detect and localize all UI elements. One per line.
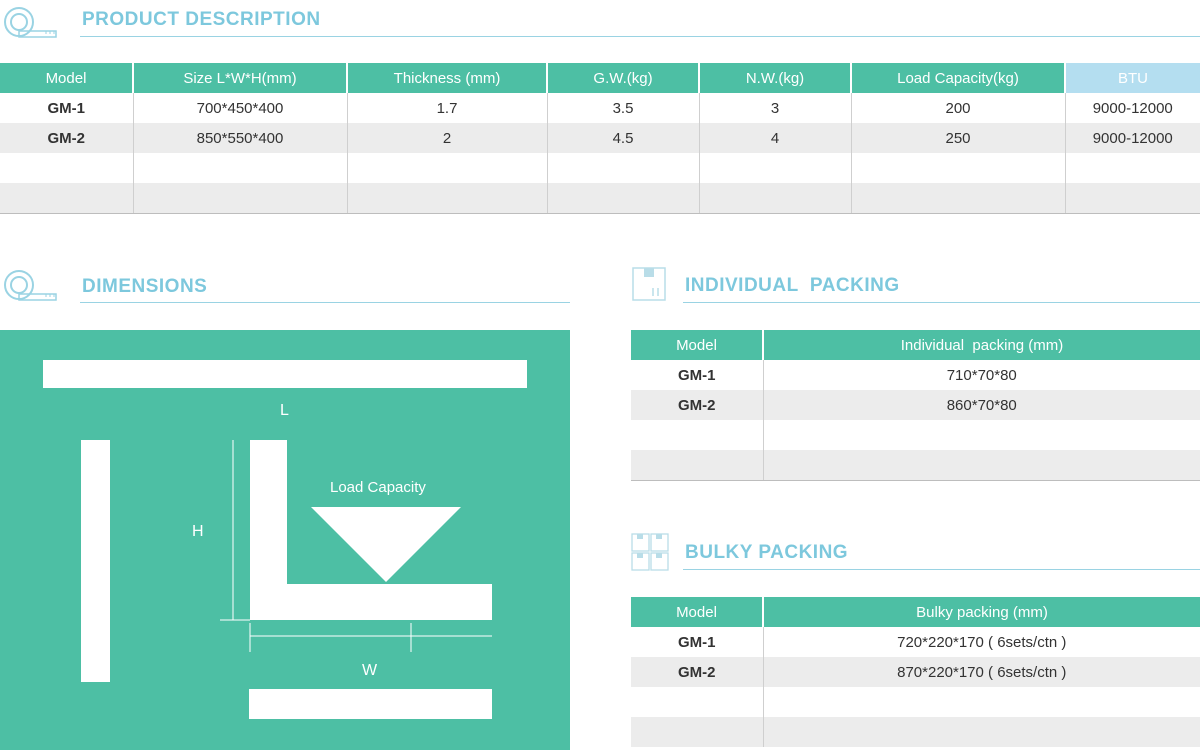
cell-thickness: 1.7 <box>347 93 548 123</box>
cell-empty <box>133 153 348 183</box>
section-divider <box>80 302 570 303</box>
cell-btu: 9000-12000 <box>1065 93 1200 123</box>
header-bulky-packing: Bulky packing (mm) <box>763 597 1200 627</box>
header-model: Model <box>0 63 134 93</box>
cell-empty <box>851 153 1066 183</box>
table-row <box>631 687 1200 717</box>
header-net-weight: N.W.(kg) <box>699 63 852 93</box>
table-row <box>631 450 1200 481</box>
cell-model: GM-1 <box>631 627 764 657</box>
section-divider <box>80 36 1200 37</box>
cell-empty <box>631 717 764 747</box>
header-gross-weight: G.W.(kg) <box>547 63 700 93</box>
table-row: GM-2 850*550*400 2 4.5 4 250 9000-12000 <box>0 123 1200 153</box>
product-description-table: Model Size L*W*H(mm) Thickness (mm) G.W.… <box>0 63 1200 214</box>
label-height: H <box>192 523 204 540</box>
cell-empty <box>763 717 1200 747</box>
cell-size: 700*450*400 <box>133 93 348 123</box>
cell-packing: 710*70*80 <box>763 360 1200 390</box>
header-thickness: Thickness (mm) <box>347 63 548 93</box>
section-title-bulky-packing: BULKY PACKING <box>685 542 849 563</box>
cell-empty <box>631 420 764 450</box>
table-row <box>631 420 1200 450</box>
cell-empty <box>1065 153 1200 183</box>
cell-empty <box>547 183 700 214</box>
cell-empty <box>631 687 764 717</box>
cell-load-capacity: 200 <box>851 93 1066 123</box>
cell-empty <box>763 420 1200 450</box>
cell-empty <box>699 183 852 214</box>
dimensions-diagram: L H W Load Capacity <box>0 330 570 750</box>
cell-empty <box>0 183 134 214</box>
load-capacity-arrow <box>311 507 461 582</box>
dimension-lines <box>220 440 492 652</box>
cell-empty <box>1065 183 1200 214</box>
section-title-individual-packing: INDIVIDUAL PACKING <box>685 275 900 296</box>
table-row: GM-1 700*450*400 1.7 3.5 3 200 9000-1200… <box>0 93 1200 123</box>
cell-model: GM-1 <box>0 93 134 123</box>
table-header-row: Model Size L*W*H(mm) Thickness (mm) G.W.… <box>0 63 1200 93</box>
cell-packing: 870*220*170 ( 6sets/ctn ) <box>763 657 1200 687</box>
table-row: GM-2 870*220*170 ( 6sets/ctn ) <box>631 657 1200 687</box>
cell-load-capacity: 250 <box>851 123 1066 153</box>
cell-empty <box>763 450 1200 481</box>
cell-gross-weight: 3.5 <box>547 93 700 123</box>
header-model: Model <box>631 597 764 627</box>
cell-empty <box>699 153 852 183</box>
section-divider <box>683 569 1200 570</box>
box-icon <box>631 266 667 302</box>
cell-gross-weight: 4.5 <box>547 123 700 153</box>
cell-model: GM-2 <box>631 657 764 687</box>
table-header-row: Model Bulky packing (mm) <box>631 597 1200 627</box>
cell-model: GM-2 <box>0 123 134 153</box>
cell-net-weight: 4 <box>699 123 852 153</box>
header-size: Size L*W*H(mm) <box>133 63 348 93</box>
table-row <box>0 153 1200 183</box>
header-individual-packing: Individual packing (mm) <box>763 330 1200 360</box>
section-divider <box>683 302 1200 303</box>
individual-packing-table: Model Individual packing (mm) GM-1 710*7… <box>631 330 1200 481</box>
bulky-packing-table: Model Bulky packing (mm) GM-1 720*220*17… <box>631 597 1200 747</box>
cell-empty <box>547 153 700 183</box>
cell-net-weight: 3 <box>699 93 852 123</box>
header-load-capacity: Load Capacity(kg) <box>851 63 1066 93</box>
table-row: GM-2 860*70*80 <box>631 390 1200 420</box>
cell-model: GM-2 <box>631 390 764 420</box>
cell-size: 850*550*400 <box>133 123 348 153</box>
cell-model: GM-1 <box>631 360 764 390</box>
cell-empty <box>347 183 548 214</box>
label-load-capacity: Load Capacity <box>330 479 426 496</box>
table-row <box>631 717 1200 747</box>
cell-empty <box>347 153 548 183</box>
cell-empty <box>763 687 1200 717</box>
cell-thickness: 2 <box>347 123 548 153</box>
table-header-row: Model Individual packing (mm) <box>631 330 1200 360</box>
table-row: GM-1 720*220*170 ( 6sets/ctn ) <box>631 627 1200 657</box>
table-row: GM-1 710*70*80 <box>631 360 1200 390</box>
cell-btu: 9000-12000 <box>1065 123 1200 153</box>
cell-empty <box>851 183 1066 214</box>
table-row <box>0 183 1200 214</box>
label-width: W <box>362 662 378 679</box>
boxes-icon <box>631 533 669 571</box>
header-btu: BTU <box>1065 63 1200 93</box>
tape-measure-icon <box>2 268 58 302</box>
section-title-dimensions: DIMENSIONS <box>82 276 208 297</box>
cell-packing: 720*220*170 ( 6sets/ctn ) <box>763 627 1200 657</box>
tape-measure-icon <box>2 5 58 39</box>
header-model: Model <box>631 330 764 360</box>
cell-empty <box>133 183 348 214</box>
label-length: L <box>280 402 289 419</box>
cell-empty <box>631 450 764 481</box>
cell-empty <box>0 153 134 183</box>
section-title-product-description: PRODUCT DESCRIPTION <box>82 9 321 30</box>
cell-packing: 860*70*80 <box>763 390 1200 420</box>
